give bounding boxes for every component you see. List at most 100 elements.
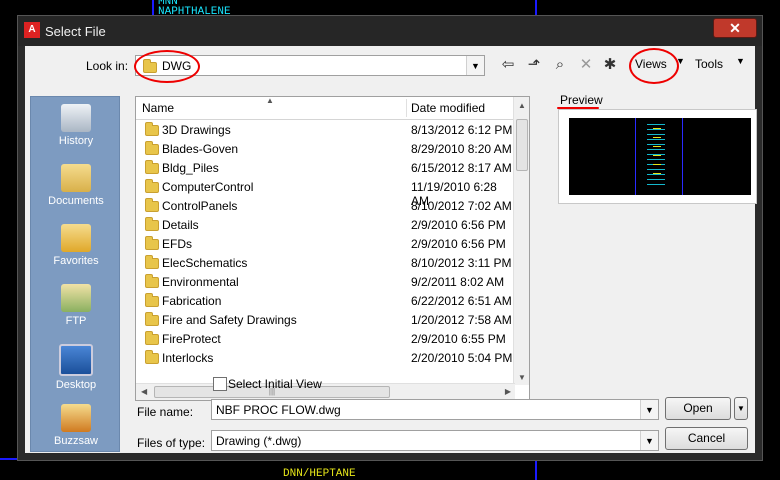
dialog-title: Select File bbox=[45, 24, 106, 39]
close-button[interactable]: ✕ bbox=[713, 18, 757, 38]
scroll-left-icon[interactable]: ◀ bbox=[141, 387, 147, 396]
folder-icon bbox=[145, 293, 159, 307]
title-bar[interactable]: A Select File ✕ bbox=[18, 16, 762, 46]
search-web-icon[interactable]: ⌕ bbox=[549, 54, 571, 76]
preview-label: Preview bbox=[560, 93, 603, 107]
file-row-name: 3D Drawings bbox=[162, 123, 231, 137]
place-documents[interactable]: Documents bbox=[31, 159, 121, 217]
folder-icon bbox=[145, 236, 159, 250]
file-row-name: Fabrication bbox=[162, 294, 222, 308]
scroll-thumb[interactable] bbox=[516, 119, 528, 171]
file-row-name: FireProtect bbox=[162, 332, 221, 346]
file-row[interactable]: FireProtect 2/9/2010 6:55 PM bbox=[136, 330, 515, 349]
horizontal-scrollbar[interactable]: ◀ ||| ▶ bbox=[136, 383, 515, 400]
file-row[interactable]: Details 2/9/2010 6:56 PM bbox=[136, 216, 515, 235]
file-row-date: 8/29/2010 8:20 AM bbox=[411, 142, 512, 156]
file-row[interactable]: ComputerControl 11/19/2010 6:28 AM bbox=[136, 178, 515, 208]
ftp-icon bbox=[61, 284, 91, 312]
cad-line bbox=[535, 461, 537, 480]
column-header-date[interactable]: Date modified bbox=[411, 101, 485, 115]
select-initial-view-checkbox[interactable] bbox=[213, 377, 227, 391]
file-row-date: 2/9/2010 6:56 PM bbox=[411, 237, 506, 251]
place-label: Desktop bbox=[55, 379, 97, 391]
folder-icon bbox=[145, 198, 159, 212]
folder-icon bbox=[145, 179, 159, 193]
autocad-logo-icon: A bbox=[24, 22, 40, 38]
folder-icon bbox=[145, 350, 159, 364]
folder-icon bbox=[145, 312, 159, 326]
file-row[interactable]: ElecSchematics 8/10/2012 3:11 PM bbox=[136, 254, 515, 273]
file-row[interactable]: EFDs 2/9/2010 6:56 PM bbox=[136, 235, 515, 254]
file-row-date: 6/22/2012 6:51 AM bbox=[411, 294, 512, 308]
up-folder-icon[interactable]: ⬏ bbox=[523, 54, 545, 76]
history-icon bbox=[61, 104, 91, 132]
place-favorites[interactable]: Favorites bbox=[31, 219, 121, 277]
folder-icon bbox=[145, 122, 159, 136]
file-row-date: 2/9/2010 6:56 PM bbox=[411, 218, 506, 232]
place-label: Favorites bbox=[53, 255, 99, 267]
file-row-date: 6/15/2012 8:17 AM bbox=[411, 161, 512, 175]
files-of-type-combo[interactable]: Drawing (*.dwg) ▼ bbox=[211, 430, 659, 451]
new-folder-icon[interactable]: ✱ bbox=[599, 54, 621, 76]
file-row-name: ComputerControl bbox=[162, 180, 254, 194]
file-row[interactable]: ControlPanels 8/10/2012 7:02 AM bbox=[136, 197, 515, 216]
cad-line bbox=[152, 0, 154, 15]
back-arrow-icon[interactable]: ⇦ bbox=[497, 54, 519, 76]
tools-dropdown-icon[interactable]: ▼ bbox=[736, 56, 745, 66]
column-header-name[interactable]: Name bbox=[142, 101, 174, 115]
file-row[interactable]: Fire and Safety Drawings 1/20/2012 7:58 A… bbox=[136, 311, 515, 330]
open-button[interactable]: Open bbox=[665, 397, 731, 420]
folder-icon bbox=[145, 141, 159, 155]
file-row[interactable]: Bldg_Piles 6/15/2012 8:17 AM bbox=[136, 159, 515, 178]
folder-icon bbox=[145, 160, 159, 174]
place-history[interactable]: History bbox=[31, 99, 121, 157]
file-row-name: Details bbox=[162, 218, 199, 232]
tools-menu[interactable]: Tools bbox=[695, 57, 723, 71]
preview-panel bbox=[558, 109, 757, 204]
file-row[interactable]: Fabrication 6/22/2012 6:51 AM bbox=[136, 292, 515, 311]
file-row[interactable]: Blades-Goven 8/29/2010 8:20 AM bbox=[136, 140, 515, 159]
file-row-name: ElecSchematics bbox=[162, 256, 248, 270]
file-name-input[interactable]: NBF PROC FLOW.dwg ▼ bbox=[211, 399, 659, 420]
place-desktop[interactable]: Desktop bbox=[31, 339, 121, 397]
places-bar: History Documents Favorites FTP Desktop … bbox=[30, 96, 120, 452]
file-row-name: Blades-Goven bbox=[162, 142, 239, 156]
cancel-button[interactable]: Cancel bbox=[665, 427, 748, 450]
place-ftp[interactable]: FTP bbox=[31, 279, 121, 337]
sort-up-icon: ▲ bbox=[266, 96, 274, 105]
delete-icon[interactable]: ✕ bbox=[575, 54, 597, 76]
cad-label: DNN/HEPTANE bbox=[283, 468, 356, 480]
look-in-label: Look in: bbox=[86, 59, 129, 73]
file-row-date: 1/20/2012 7:58 AM bbox=[411, 313, 512, 327]
file-row-date: 2/20/2010 5:04 PM bbox=[411, 351, 513, 365]
vertical-scrollbar[interactable]: ▲ ▼ bbox=[513, 97, 529, 385]
cad-line bbox=[535, 0, 537, 15]
folder-icon bbox=[145, 331, 159, 345]
file-row-date: 2/9/2010 6:55 PM bbox=[411, 332, 506, 346]
file-row-date: 8/10/2012 3:11 PM bbox=[411, 256, 512, 270]
place-buzzsaw[interactable]: Buzzsaw bbox=[31, 399, 121, 457]
dialog-body: Look in: DWG ▼ ⇦ ⬏ ⌕ ✕ ✱ Views ▼ Tools ▼… bbox=[25, 46, 757, 453]
file-row-date: 8/10/2012 7:02 AM bbox=[411, 199, 512, 213]
folder-icon bbox=[145, 217, 159, 231]
column-divider[interactable] bbox=[406, 99, 407, 117]
file-row[interactable]: 3D Drawings 8/13/2012 6:12 PM bbox=[136, 121, 515, 140]
file-list[interactable]: ▲ Name Date modified 3D Drawings 8/13/201… bbox=[135, 96, 530, 401]
red-annotation-circle bbox=[134, 50, 200, 83]
chevron-down-icon[interactable]: ▼ bbox=[640, 400, 658, 419]
scroll-right-icon[interactable]: ▶ bbox=[505, 387, 511, 396]
scroll-up-icon[interactable]: ▲ bbox=[518, 101, 526, 110]
file-name-value: NBF PROC FLOW.dwg bbox=[216, 403, 341, 417]
place-label: Buzzsaw bbox=[53, 435, 99, 447]
file-row[interactable]: Interlocks 2/20/2010 5:04 PM bbox=[136, 349, 515, 368]
scroll-down-icon[interactable]: ▼ bbox=[518, 373, 526, 382]
open-dropdown-icon[interactable]: ▼ bbox=[734, 397, 748, 420]
file-row-name: Environmental bbox=[162, 275, 239, 289]
chevron-down-icon[interactable]: ▼ bbox=[640, 431, 658, 450]
file-row[interactable]: Environmental 9/2/2011 8:02 AM bbox=[136, 273, 515, 292]
cad-line bbox=[0, 458, 17, 460]
chevron-down-icon[interactable]: ▼ bbox=[466, 56, 484, 75]
desktop-icon bbox=[59, 344, 93, 376]
file-name-label: File name: bbox=[137, 405, 194, 419]
documents-icon bbox=[61, 164, 91, 192]
